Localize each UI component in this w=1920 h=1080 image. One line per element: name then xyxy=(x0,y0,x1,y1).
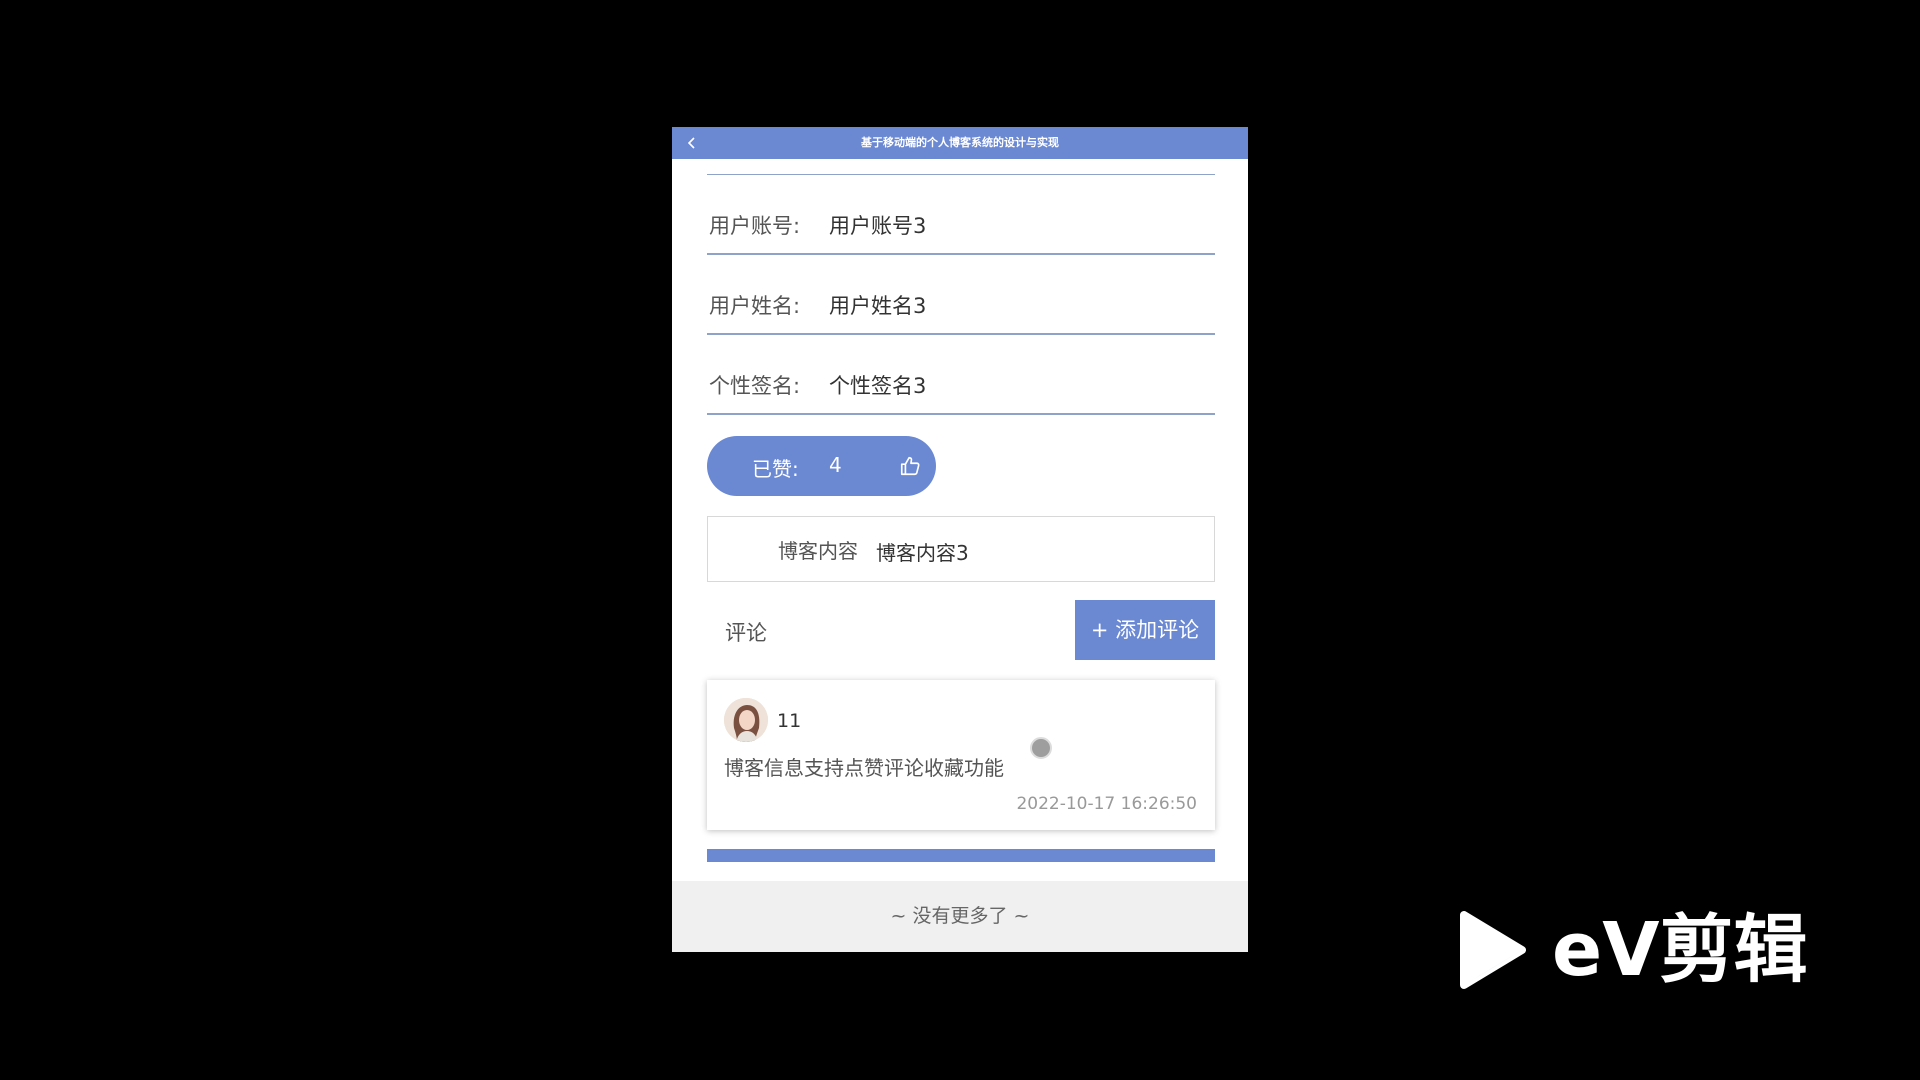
field-value: 用户姓名3 xyxy=(829,294,927,318)
comment-text: 博客信息支持点赞评论收藏功能 xyxy=(724,756,1004,780)
watermark: eV剪辑 xyxy=(1450,905,1820,995)
page-title: 基于移动端的个人博客系统的设计与实现 xyxy=(861,136,1059,149)
back-button[interactable] xyxy=(682,133,702,153)
add-comment-button[interactable]: + 添加评论 xyxy=(1075,600,1215,660)
field-signature: 个性签名: 个性签名3 xyxy=(707,335,1215,415)
blog-content-value: 博客内容3 xyxy=(876,541,969,565)
comment-user: 11 xyxy=(777,710,802,732)
play-logo-icon xyxy=(1460,911,1526,989)
thumbs-up-icon xyxy=(900,456,920,476)
accent-bar xyxy=(707,849,1215,862)
top-bar: 基于移动端的个人博客系统的设计与实现 xyxy=(672,127,1248,159)
watermark-text: eV剪辑 xyxy=(1552,907,1808,993)
comments-header: 评论 + 添加评论 xyxy=(707,600,1215,660)
blog-content-label: 博客内容 xyxy=(778,539,858,563)
field-value: 用户账号3 xyxy=(829,214,927,238)
cursor-dot xyxy=(1030,737,1052,759)
like-count: 4 xyxy=(829,453,842,477)
field-label: 个性签名: xyxy=(709,374,801,398)
blog-content-box: 博客内容 博客内容3 xyxy=(707,516,1215,582)
no-more-footer: ~ 没有更多了 ~ xyxy=(672,881,1248,952)
comments-title: 评论 xyxy=(725,621,767,645)
chevron-left-icon xyxy=(687,137,695,149)
comment-card: 11 博客信息支持点赞评论收藏功能 2022-10-17 16:26:50 xyxy=(707,680,1215,830)
avatar xyxy=(724,698,768,742)
field-account: 用户账号: 用户账号3 xyxy=(707,175,1215,255)
like-label: 已赞: xyxy=(752,457,799,481)
comment-time: 2022-10-17 16:26:50 xyxy=(1016,794,1197,814)
field-value: 个性签名3 xyxy=(829,374,927,398)
like-button[interactable]: 已赞: 4 xyxy=(707,436,936,496)
field-label: 用户姓名: xyxy=(709,294,801,318)
phone-screen: 基于移动端的个人博客系统的设计与实现 用户账号: 用户账号3 用户姓名: 用户姓… xyxy=(672,127,1248,952)
field-label: 用户账号: xyxy=(709,214,801,238)
field-name: 用户姓名: 用户姓名3 xyxy=(707,255,1215,335)
